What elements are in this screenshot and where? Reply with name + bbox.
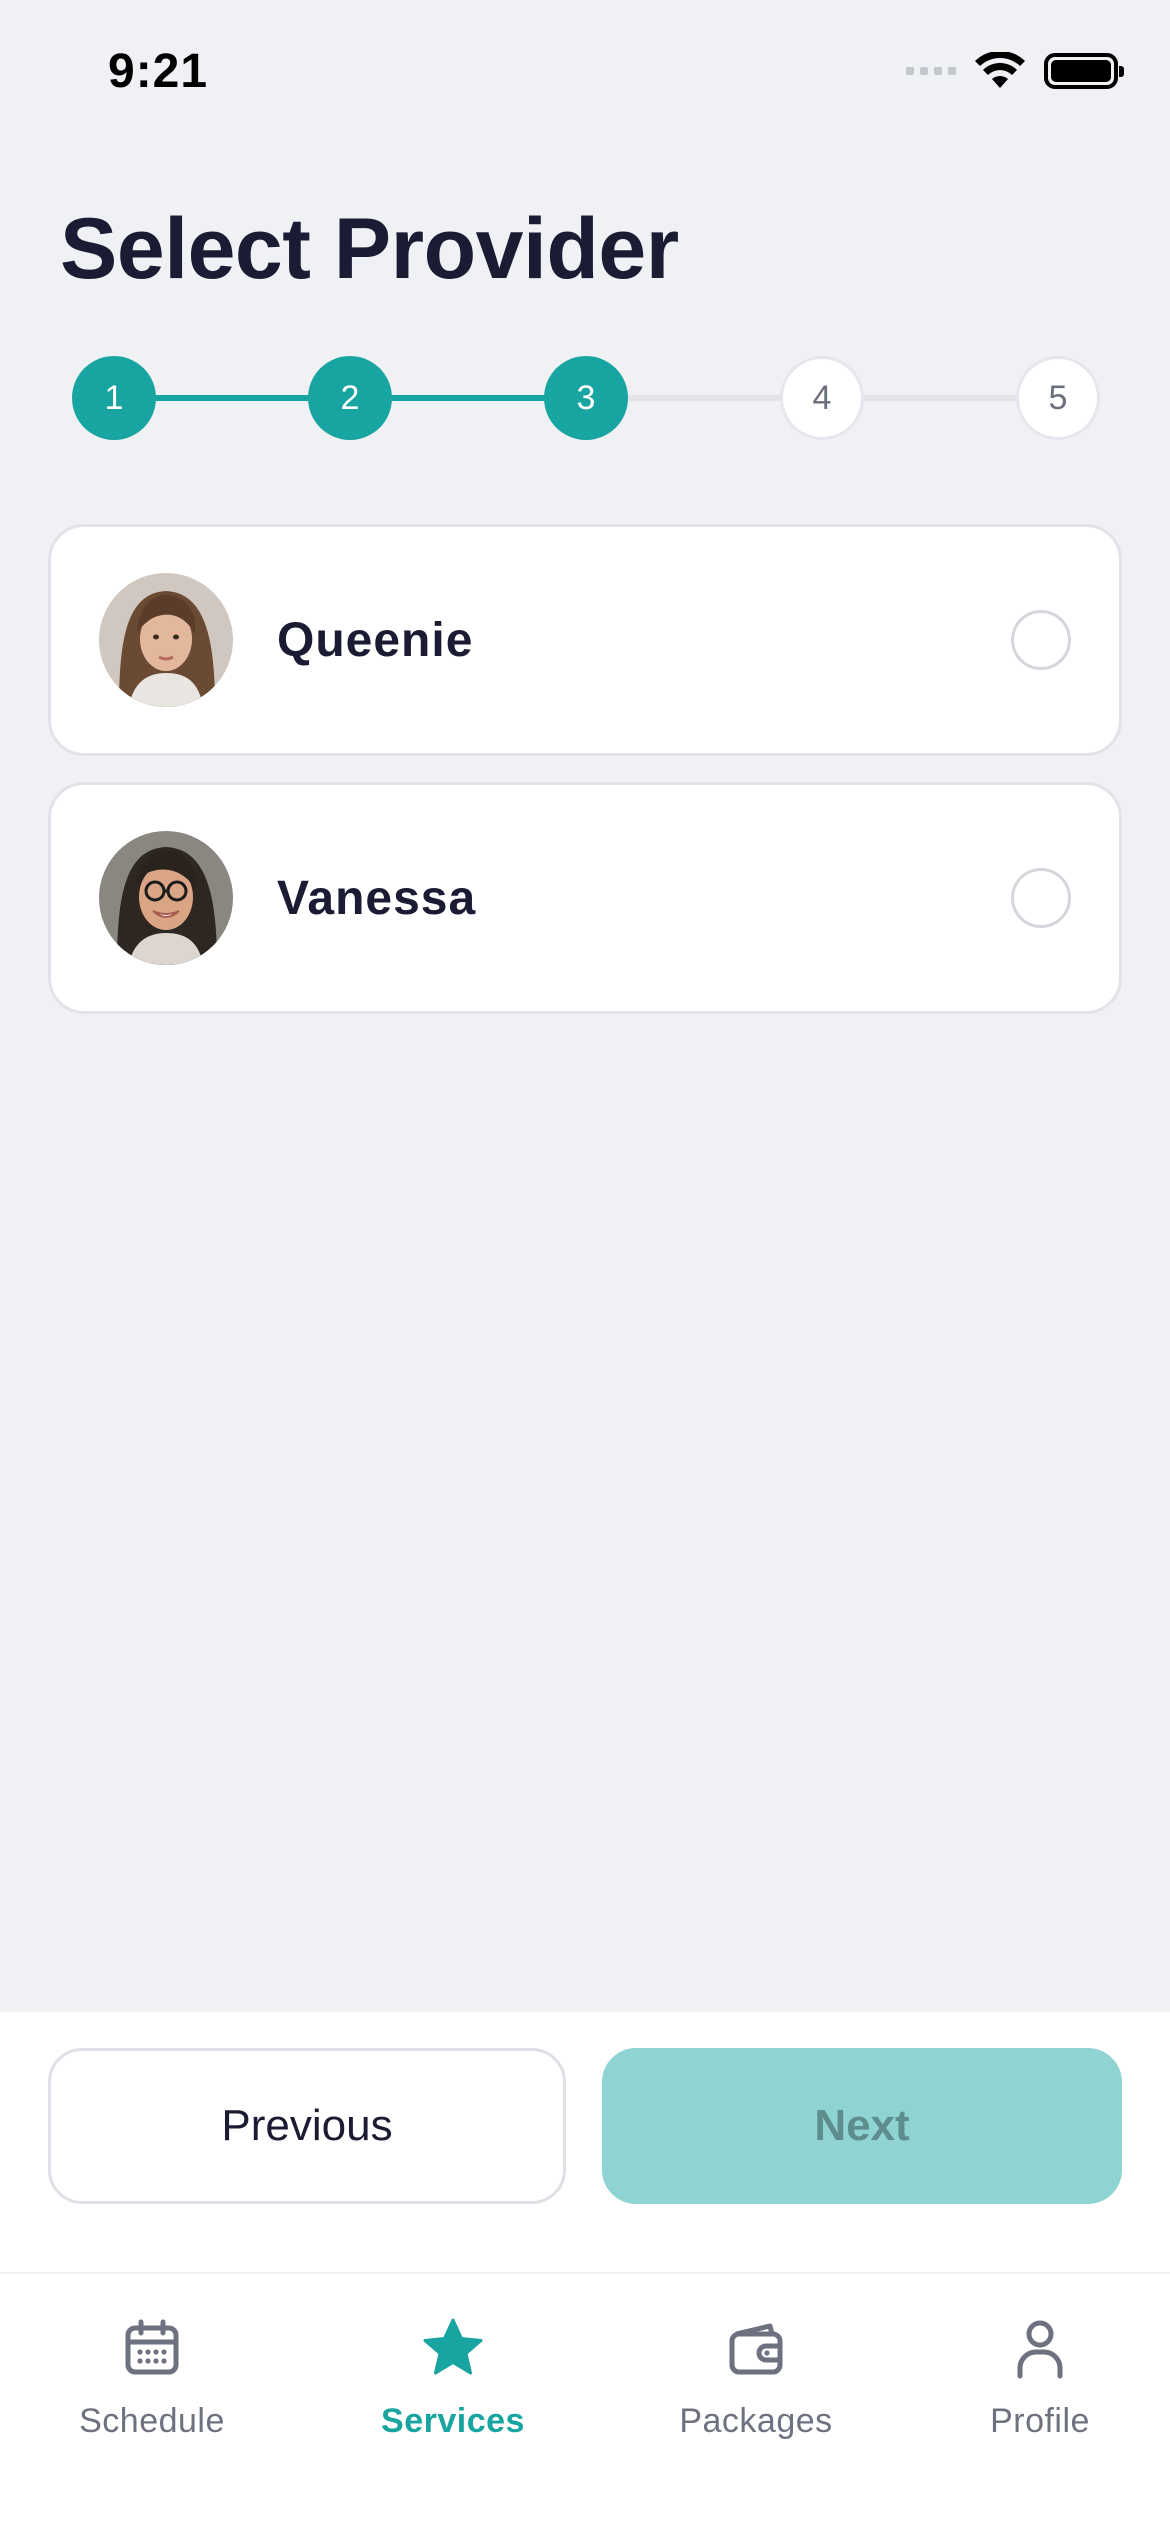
calendar-icon [125,2319,179,2375]
step-3: 3 [544,356,628,440]
screen: 9:21 Select Provider 1 2 3 4 5 Queenie V… [0,0,1170,2532]
step-1: 1 [72,356,156,440]
avatar [99,831,233,965]
person-icon [1017,2320,1063,2379]
provider-radio[interactable] [1011,610,1071,670]
star-icon [423,2318,483,2375]
provider-radio[interactable] [1011,868,1071,928]
step-4: 4 [780,356,864,440]
tab-label: Profile [990,2402,1090,2440]
tab-label: Packages [679,2402,833,2440]
tab-services[interactable]: Services [323,2316,583,2441]
next-button[interactable]: Next [602,2048,1122,2204]
cellular-signal-icon [906,67,956,75]
step-2: 2 [308,356,392,440]
tab-label: Schedule [79,2402,225,2440]
provider-card-queenie[interactable]: Queenie [48,524,1122,756]
page-title: Select Provider [60,201,679,297]
step-5: 5 [1016,356,1100,440]
status-indicators [906,52,1124,90]
tab-profile[interactable]: Profile [910,2316,1170,2441]
battery-icon [1044,53,1124,89]
avatar [99,573,233,707]
tab-bar: Schedule Services Packages Profile [0,2272,1170,2532]
status-time: 9:21 [108,45,209,98]
progress-stepper: 1 2 3 4 5 [72,356,1100,440]
provider-name: Vanessa [277,871,477,925]
provider-name: Queenie [277,613,474,667]
wifi-icon [975,52,1025,88]
action-bar: Previous Next [0,2012,1170,2272]
tab-label: Services [381,2402,525,2440]
wallet-icon [729,2323,783,2375]
tab-schedule[interactable]: Schedule [22,2316,282,2441]
previous-button[interactable]: Previous [48,2048,566,2204]
tab-packages[interactable]: Packages [626,2316,886,2441]
provider-card-vanessa[interactable]: Vanessa [48,782,1122,1014]
